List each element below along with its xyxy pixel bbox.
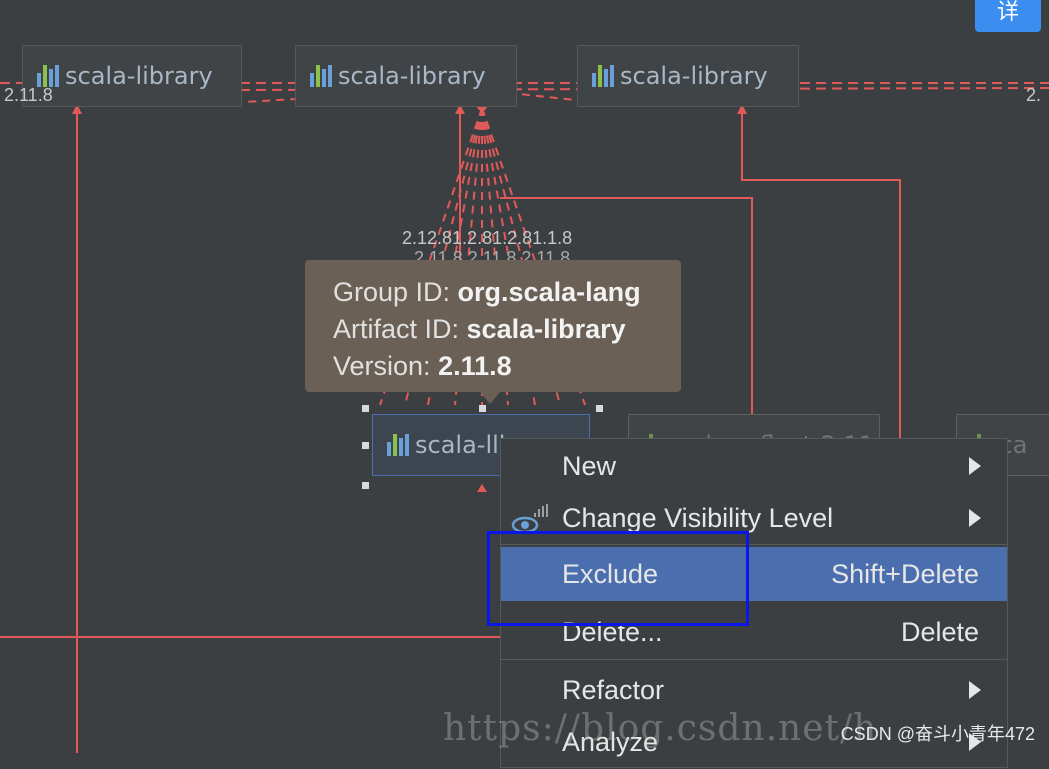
tooltip-group-row: Group ID: org.scala-lang xyxy=(333,277,641,307)
submenu-arrow-icon xyxy=(969,681,981,699)
library-icon xyxy=(310,65,332,87)
shortcut-label: Delete xyxy=(900,616,979,647)
resize-handle[interactable] xyxy=(362,442,369,449)
csdn-credit: CSDN @奋斗小青年472 xyxy=(840,724,1035,744)
node-label: scala-lll xyxy=(415,431,506,459)
submenu-arrow-icon xyxy=(969,509,981,527)
arrow-head xyxy=(477,484,487,492)
resize-handle[interactable] xyxy=(362,405,369,412)
resize-handle[interactable] xyxy=(362,482,369,489)
url-watermark: https://blog.csdn.net/h xyxy=(443,708,878,749)
menu-item-new[interactable]: New xyxy=(501,439,1007,493)
submenu-arrow-icon xyxy=(969,457,981,475)
library-icon xyxy=(592,65,614,87)
library-icon xyxy=(387,434,409,456)
tooltip-artifact-row: Artifact ID: scala-library xyxy=(333,314,626,344)
version-cluster-line1: 2.12.81.2.81.2.81.1.8 xyxy=(402,228,573,248)
annotation-highlight-box xyxy=(487,531,749,626)
resize-handle[interactable] xyxy=(479,405,486,412)
node-label: scala-library xyxy=(620,62,768,90)
solid-edge-right xyxy=(741,110,901,438)
tooltip-pointer xyxy=(480,392,500,404)
node-scala-library-1[interactable]: scala-library xyxy=(22,45,242,107)
resize-handle[interactable] xyxy=(596,405,603,412)
library-icon xyxy=(37,65,59,87)
node-scala-library-2[interactable]: scala-library xyxy=(295,45,517,107)
dependency-diagram-canvas[interactable]: scala-library scala-library scala-librar… xyxy=(0,0,1049,768)
version-label-left: 2.11.8 xyxy=(4,85,53,105)
menu-separator xyxy=(501,659,1007,660)
corner-detail-button[interactable]: 详 xyxy=(975,0,1041,32)
node-label: scala-library xyxy=(338,62,486,90)
node-scala-library-3[interactable]: scala-library xyxy=(577,45,799,107)
node-label: scala-library xyxy=(65,62,213,90)
tooltip-version-row: Version: 2.11.8 xyxy=(333,351,512,381)
shortcut-label: Shift+Delete xyxy=(831,558,979,589)
version-label-right: 2. xyxy=(1026,85,1042,105)
dependency-tooltip: Group ID: org.scala-lang Artifact ID: sc… xyxy=(305,260,681,392)
